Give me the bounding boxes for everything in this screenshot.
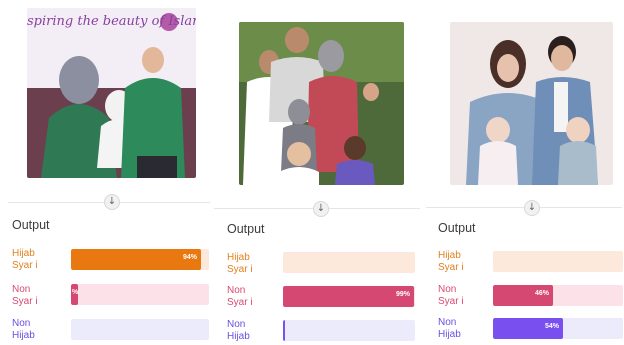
result-bar-hijab-syari: 94% <box>71 249 209 270</box>
class-label-non-hijab: Non Hijab <box>438 317 461 340</box>
result-percent: 99% <box>396 291 411 298</box>
photo-3 <box>450 22 613 185</box>
class-label-hijab-syari: Hijab Syar i <box>438 250 464 273</box>
result-percent: 46% <box>535 290 550 297</box>
result-bar-fill <box>283 320 285 341</box>
class-label-hijab-syari: Hijab Syar i <box>227 252 253 275</box>
arrow-down-icon: ↓ <box>104 194 120 210</box>
result-percent: 94% <box>183 254 198 261</box>
result-percent: % <box>72 289 79 296</box>
photo-2 <box>239 22 404 185</box>
result-bar-non-syari: % <box>71 284 209 305</box>
result-bar-non-hijab <box>283 320 415 341</box>
photo-1: spiring the beauty of Islam <box>27 8 196 178</box>
class-label-hijab-syari: Hijab Syar i <box>12 248 38 271</box>
result-bar-non-hijab: 54% <box>493 318 623 339</box>
result-bar-non-syari: 46% <box>493 285 623 306</box>
prediction-panel-2: ↓ Output Hijab Syar i Non Syar i 99% Non… <box>212 0 424 345</box>
result-percent: 54% <box>545 323 560 330</box>
result-bar-non-syari: 99% <box>283 286 415 307</box>
arrow-down-icon: ↓ <box>524 200 540 216</box>
prediction-panel-1: spiring the beauty of Islam ↓ Output Hij… <box>0 0 212 345</box>
result-bar-hijab-syari <box>493 251 623 272</box>
result-bar-non-hijab <box>71 319 209 340</box>
result-bar-fill <box>283 286 414 307</box>
class-label-non-hijab: Non Hijab <box>227 319 250 342</box>
output-title: Output <box>12 218 50 232</box>
prediction-panel-3: ↓ Output Hijab Syar i Non Syar i 46% Non… <box>424 0 624 345</box>
output-title: Output <box>227 222 265 236</box>
output-title: Output <box>438 221 476 235</box>
photo-caption: spiring the beauty of Islam <box>27 14 196 29</box>
class-label-non-hijab: Non Hijab <box>12 318 35 341</box>
class-label-non-syari: Non Syar i <box>12 284 38 307</box>
class-label-non-syari: Non Syar i <box>227 285 253 308</box>
arrow-down-icon: ↓ <box>313 201 329 217</box>
class-label-non-syari: Non Syar i <box>438 284 464 307</box>
result-bar-hijab-syari <box>283 252 415 273</box>
result-bar-fill <box>71 249 201 270</box>
